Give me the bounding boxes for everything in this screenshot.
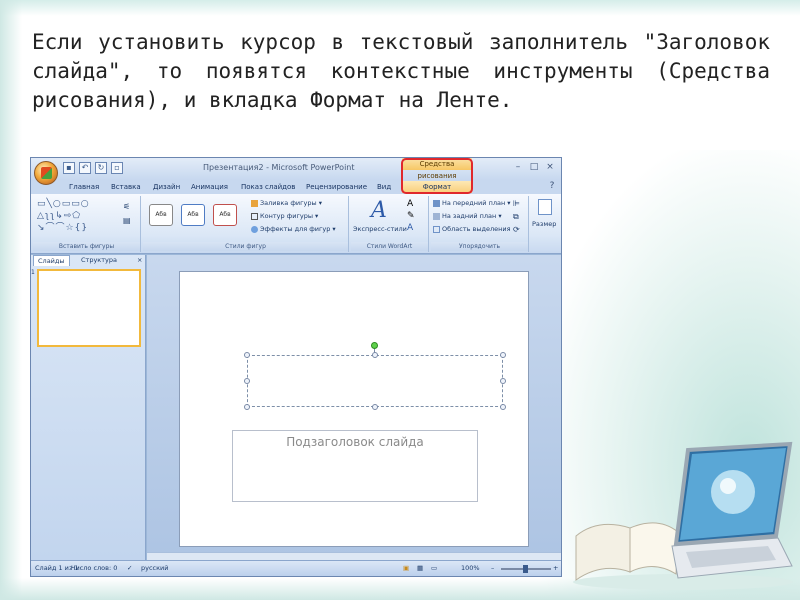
text-outline-icon[interactable]: ✎ bbox=[407, 211, 415, 221]
group-insert-shapes: ▭╲○▭▭○ △ʅʅ↳⇨⬠ ↘⌒⌒☆{} ⚟ ▤ Вставить фигуры bbox=[33, 196, 141, 252]
zoom-out-icon[interactable]: – bbox=[491, 561, 494, 576]
send-back-menu[interactable]: На задний план ▾ bbox=[433, 212, 502, 220]
edit-shape-icon[interactable]: ⚟ bbox=[123, 202, 130, 211]
bring-front-menu[interactable]: На передний план ▾ bbox=[433, 199, 511, 207]
group-label-arrange: Упорядочить bbox=[431, 242, 528, 251]
spellcheck-icon[interactable]: ✓ bbox=[127, 561, 132, 576]
status-word-count: Число слов: 0 bbox=[71, 564, 118, 572]
group-label-wordart: Стили WordArt bbox=[351, 242, 428, 251]
resize-handle-e[interactable] bbox=[500, 378, 506, 384]
pen-icon bbox=[251, 212, 258, 220]
slide-body-text: Если установить курсор в текстовый запол… bbox=[32, 30, 770, 112]
rotation-handle[interactable] bbox=[371, 342, 378, 349]
shape-effects-menu[interactable]: Эффекты для фигур ▾ bbox=[251, 225, 336, 233]
redo-icon[interactable]: ↻ bbox=[95, 162, 107, 174]
bring-front-icon bbox=[433, 199, 440, 207]
slide-number: 1 bbox=[31, 269, 35, 276]
selection-pane-icon bbox=[433, 225, 440, 233]
size-button[interactable]: Размер bbox=[532, 220, 556, 228]
office-logo-icon bbox=[41, 167, 52, 179]
shapes-gallery[interactable]: ▭╲○▭▭○ △ʅʅ↳⇨⬠ ↘⌒⌒☆{} bbox=[37, 198, 117, 236]
tab-animation[interactable]: Анимация bbox=[191, 181, 228, 193]
align-icon[interactable]: ⊫ bbox=[513, 199, 520, 208]
resize-handle-nw[interactable] bbox=[244, 352, 250, 358]
group-icon[interactable]: ⧉ bbox=[513, 212, 519, 222]
undo-icon[interactable]: ↶ bbox=[79, 162, 91, 174]
zoom-slider-knob[interactable] bbox=[523, 565, 528, 573]
horizontal-scrollbar[interactable] bbox=[147, 552, 561, 560]
subtitle-placeholder[interactable]: Подзаголовок слайда bbox=[232, 430, 478, 502]
slide-editing-area: Подзаголовок слайда bbox=[147, 255, 561, 561]
tab-design[interactable]: Дизайн bbox=[153, 181, 180, 193]
style-sample-3[interactable]: Абв bbox=[213, 204, 237, 226]
normal-view-icon[interactable]: ▣ bbox=[403, 561, 409, 576]
status-language: русский bbox=[141, 564, 169, 572]
maximize-button[interactable]: □ bbox=[527, 161, 541, 173]
quick-access-toolbar: ▪ ↶ ↻ ▫ bbox=[63, 162, 123, 176]
paint-bucket-icon bbox=[251, 199, 258, 207]
send-back-icon bbox=[433, 212, 440, 220]
group-label-shape-styles: Стили фигур bbox=[143, 242, 348, 251]
slide-thumbnail[interactable] bbox=[37, 269, 141, 347]
status-bar: Слайд 1 из 1 Число слов: 0 ✓ русский ▣ ▦… bbox=[31, 560, 561, 576]
context-tools-highlight bbox=[401, 158, 473, 194]
resize-handle-n[interactable] bbox=[372, 352, 378, 358]
text-fill-icon[interactable]: A bbox=[407, 199, 413, 209]
zoom-slider[interactable] bbox=[501, 565, 551, 573]
close-button[interactable]: × bbox=[543, 161, 557, 173]
tab-review[interactable]: Рецензирование bbox=[306, 181, 367, 193]
size-icon bbox=[538, 199, 552, 215]
style-sample-2[interactable]: Абв bbox=[181, 204, 205, 226]
resize-handle-ne[interactable] bbox=[500, 352, 506, 358]
text-box-icon[interactable]: ▤ bbox=[123, 216, 131, 225]
help-icon[interactable]: ? bbox=[545, 180, 559, 192]
tab-home[interactable]: Главная bbox=[69, 181, 99, 193]
tab-slides[interactable]: Слайды bbox=[33, 255, 70, 266]
background-top-band bbox=[0, 0, 800, 16]
shape-outline-menu[interactable]: Контур фигуры ▾ bbox=[251, 212, 318, 220]
slides-panel: Слайды Структура × 1 bbox=[31, 255, 146, 561]
new-doc-icon[interactable]: ▫ bbox=[111, 162, 123, 174]
background-left-band bbox=[0, 0, 22, 600]
resize-handle-se[interactable] bbox=[500, 404, 506, 410]
title-bar: ▪ ↶ ↻ ▫ Презентация2 - Microsoft PowerPo… bbox=[31, 158, 561, 180]
ribbon: ▭╲○▭▭○ △ʅʅ↳⇨⬠ ↘⌒⌒☆{} ⚟ ▤ Вставить фигуры А… bbox=[31, 194, 561, 254]
powerpoint-window-screenshot: ▪ ↶ ↻ ▫ Презентация2 - Microsoft PowerPo… bbox=[30, 157, 562, 577]
express-styles-button[interactable]: Экспресс-стили bbox=[353, 225, 407, 233]
wordart-a-icon[interactable]: A bbox=[371, 198, 387, 223]
laptop-book-illustration bbox=[573, 441, 793, 590]
text-effects-icon[interactable]: A bbox=[407, 223, 413, 233]
resize-handle-s[interactable] bbox=[372, 404, 378, 410]
tab-view[interactable]: Вид bbox=[377, 181, 391, 193]
group-arrange: На передний план ▾ На задний план ▾ Обла… bbox=[431, 196, 529, 252]
resize-handle-sw[interactable] bbox=[244, 404, 250, 410]
office-button[interactable] bbox=[34, 161, 58, 185]
effects-icon bbox=[251, 225, 258, 233]
slide-canvas[interactable]: Подзаголовок слайда bbox=[179, 271, 529, 547]
zoom-in-icon[interactable]: + bbox=[553, 561, 558, 576]
rotate-icon[interactable]: ⟳ bbox=[513, 225, 520, 234]
ribbon-tabs: Главная Вставка Дизайн Анимация Показ сл… bbox=[31, 180, 561, 194]
group-wordart: A Экспресс-стили A ✎ A Стили WordArt bbox=[351, 196, 429, 252]
window-title: Презентация2 - Microsoft PowerPoint bbox=[203, 163, 355, 172]
title-placeholder[interactable] bbox=[247, 355, 503, 407]
status-zoom: 100% bbox=[461, 564, 480, 572]
save-icon[interactable]: ▪ bbox=[63, 162, 75, 174]
group-label-insert-shapes: Вставить фигуры bbox=[33, 242, 140, 251]
resize-handle-w[interactable] bbox=[244, 378, 250, 384]
style-sample-1[interactable]: Абв bbox=[149, 204, 173, 226]
tab-outline[interactable]: Структура bbox=[77, 255, 121, 266]
tab-slideshow[interactable]: Показ слайдов bbox=[241, 181, 295, 193]
minimize-button[interactable]: – bbox=[511, 161, 525, 173]
shape-fill-menu[interactable]: Заливка фигуры ▾ bbox=[251, 199, 322, 207]
group-size: Размер bbox=[531, 196, 561, 252]
slideshow-view-icon[interactable]: ▭ bbox=[431, 561, 437, 576]
selection-pane-button[interactable]: Область выделения bbox=[433, 225, 511, 233]
sorter-view-icon[interactable]: ▦ bbox=[417, 561, 423, 576]
panel-close-button[interactable]: × bbox=[133, 255, 146, 266]
tab-insert[interactable]: Вставка bbox=[111, 181, 141, 193]
group-shape-styles: Абв Абв Абв Заливка фигуры ▾ Контур фигу… bbox=[143, 196, 349, 252]
